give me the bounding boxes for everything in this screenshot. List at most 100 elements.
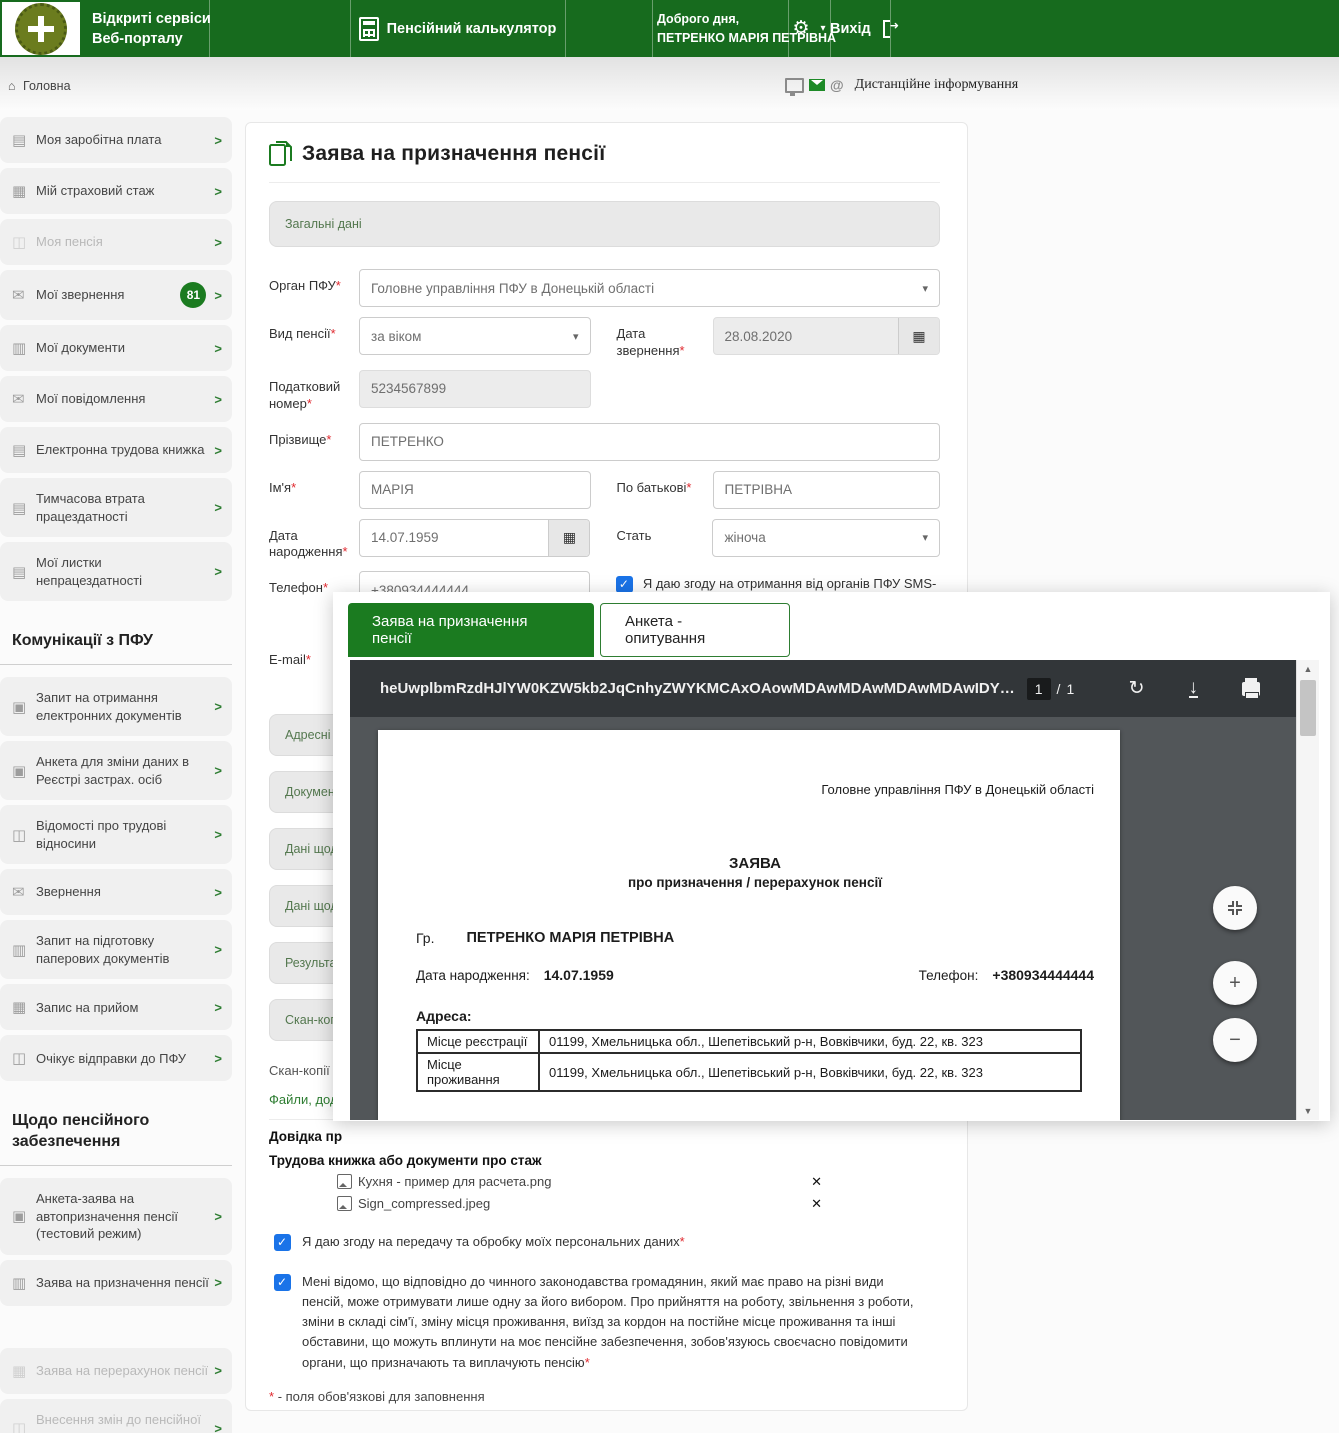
sidebar-item[interactable]: ▥ Запит на підготовку паперових документ… bbox=[0, 920, 232, 979]
patronymic-input[interactable]: ПЕТРІВНА bbox=[713, 471, 941, 509]
sidebar-item[interactable]: ▣ Запит на отримання електронних докумен… bbox=[0, 677, 232, 736]
envelope-icon[interactable] bbox=[809, 79, 825, 91]
gear-icon: ⚙ bbox=[792, 17, 809, 40]
patronymic-value: ПЕТРІВНА bbox=[725, 482, 792, 497]
zoom-in-button[interactable]: + bbox=[1213, 961, 1257, 1005]
attachment-row: Кухня - пример для расчета.png ✕ bbox=[337, 1174, 857, 1190]
monitor-icon[interactable] bbox=[785, 78, 804, 93]
mail-icon: ✉ bbox=[12, 286, 36, 304]
remote-info-link[interactable]: Дистанційне інформування bbox=[855, 77, 1019, 93]
remove-file-icon[interactable]: ✕ bbox=[811, 1174, 822, 1190]
rotate-icon[interactable]: ↻ bbox=[1129, 677, 1145, 700]
address-table: Місце реєстрації01199, Хмельницька обл.,… bbox=[416, 1029, 1082, 1092]
scrollbar-thumb[interactable] bbox=[1300, 680, 1316, 736]
gender-select[interactable]: жіноча ▾ bbox=[712, 519, 940, 557]
sidebar-item[interactable]: ▣ Анкета-заява на автопризначення пенсії… bbox=[0, 1178, 232, 1255]
chevron-right-icon: > bbox=[214, 827, 222, 842]
download-icon[interactable]: ↓ bbox=[1189, 679, 1199, 698]
gender-label: Стать bbox=[616, 519, 712, 545]
pdf-page-indicator: 1 / 1 bbox=[1027, 678, 1074, 700]
attachment-name[interactable]: Sign_compressed.jpeg bbox=[358, 1196, 811, 1211]
chevron-right-icon: > bbox=[214, 341, 222, 356]
pdf-scrollbar[interactable]: ▲ ▼ bbox=[1296, 660, 1319, 1120]
sms-consent-checkbox[interactable] bbox=[616, 576, 633, 593]
pfu-logo[interactable] bbox=[2, 2, 80, 55]
chevron-down-icon: ▾ bbox=[573, 330, 579, 343]
tab-survey[interactable]: Анкета - опитування bbox=[600, 603, 790, 657]
chevron-right-icon: > bbox=[214, 392, 222, 407]
tab-application[interactable]: Заява на призначення пенсії bbox=[348, 603, 594, 657]
scroll-down-icon[interactable]: ▼ bbox=[1297, 1102, 1319, 1120]
attachment-name[interactable]: Кухня - пример для расчета.png bbox=[358, 1174, 811, 1189]
zoom-out-button[interactable]: − bbox=[1213, 1018, 1257, 1062]
sidebar-item[interactable]: ✉ Мої повідомлення > bbox=[0, 376, 232, 422]
sidebar-item[interactable]: ◫ Моя пенсія > bbox=[0, 219, 232, 265]
surname-input[interactable]: ПЕТРЕНКО bbox=[359, 423, 940, 461]
sidebar-item[interactable]: ◫ Очікує відправки до ПФУ > bbox=[0, 1035, 232, 1081]
pdf-page-input[interactable]: 1 bbox=[1027, 678, 1051, 700]
pdf-page-count: 1 bbox=[1066, 681, 1074, 697]
patronymic-label: По батькові* bbox=[617, 471, 713, 497]
chevron-down-icon: ▾ bbox=[922, 282, 928, 295]
pension-type-select[interactable]: за віком ▾ bbox=[359, 317, 591, 355]
fit-page-button[interactable] bbox=[1213, 886, 1257, 930]
sidebar-item[interactable]: ▣ Анкета для зміни даних в Реєстрі застр… bbox=[0, 741, 232, 800]
chevron-right-icon: > bbox=[214, 500, 222, 515]
sidebar-item[interactable]: ◫ Відомості про трудові відносини > bbox=[0, 805, 232, 864]
page-title: Заява на призначення пенсії bbox=[302, 142, 605, 166]
sidebar-item[interactable]: ✉ Мої звернення 81 > bbox=[0, 270, 232, 320]
organ-select[interactable]: Головне управління ПФУ в Донецькій облас… bbox=[359, 269, 940, 307]
unread-count-badge: 81 bbox=[180, 282, 206, 308]
tax-number-value: 5234567899 bbox=[371, 381, 446, 396]
info-consent-checkbox[interactable] bbox=[274, 1274, 291, 1291]
sidebar-item[interactable]: ▥ Мої документи > bbox=[0, 325, 232, 371]
doc-fullname: ПЕТРЕНКО МАРІЯ ПЕТРІВНА bbox=[466, 930, 674, 946]
scroll-icon: ▤ bbox=[12, 499, 36, 517]
birth-date-value: 14.07.1959 bbox=[360, 530, 548, 545]
sidebar-item[interactable]: ▤ Моя заробітна плата > bbox=[0, 117, 232, 163]
personal-data-checkbox[interactable] bbox=[274, 1234, 291, 1251]
sidebar-item[interactable]: ▦ Запис на прийом > bbox=[0, 984, 232, 1030]
name-input[interactable]: МАРІЯ bbox=[359, 471, 591, 509]
sidebar-item[interactable]: ▥ Заява на призначення пенсії > bbox=[0, 1260, 232, 1306]
attachments-list: Кухня - пример для расчета.png ✕ Sign_co… bbox=[269, 1174, 940, 1212]
sidebar-item[interactable]: ▤ Тимчасова втрата працездатності > bbox=[0, 478, 232, 537]
section-general-data[interactable]: Загальні дані bbox=[269, 201, 940, 247]
birth-date-input[interactable]: 14.07.1959 ▦ bbox=[359, 519, 590, 557]
divider bbox=[652, 0, 653, 57]
image-file-icon bbox=[337, 1174, 352, 1189]
at-icon[interactable]: @ bbox=[830, 77, 844, 93]
sidebar-item[interactable]: ▤ Електронна трудова книжка > bbox=[0, 427, 232, 473]
sidebar-item[interactable]: ◫ Внесення змін до пенсійної справи > bbox=[0, 1399, 232, 1433]
calculator-icon bbox=[359, 17, 379, 41]
brand-title[interactable]: Відкриті сервіси Веб-порталу bbox=[92, 9, 211, 50]
brand-line2: Веб-порталу bbox=[92, 29, 211, 49]
sidebar-item[interactable]: ▦ Заява на перерахунок пенсії > bbox=[0, 1348, 232, 1394]
sidebar-item[interactable]: ✉ Звернення > bbox=[0, 869, 232, 915]
scroll-up-icon[interactable]: ▲ bbox=[1297, 660, 1319, 678]
calc-icon: ▦ bbox=[12, 1362, 36, 1380]
pension-calculator-link[interactable]: Пенсійний калькулятор bbox=[350, 0, 565, 57]
application-date-value: 28.08.2020 bbox=[714, 329, 898, 344]
print-icon[interactable] bbox=[1242, 682, 1260, 696]
sidebar-item[interactable]: ▦ Мій страховий стаж > bbox=[0, 168, 232, 214]
chevron-right-icon: > bbox=[214, 184, 222, 199]
sidebar-group-title: Щодо пенсійного забезпечення bbox=[0, 1095, 232, 1166]
application-date-label: Дата звернення* bbox=[617, 317, 713, 360]
calendar-icon[interactable]: ▦ bbox=[548, 520, 589, 556]
pdf-viewer: heUwplbmRzdHJlYW0KZW5kb2JqCnhyZWYKMCAxOA… bbox=[350, 660, 1296, 1120]
printer-icon: ▥ bbox=[12, 941, 36, 959]
doc-subtitle: про призначення / перерахунок пенсії bbox=[416, 875, 1094, 890]
remove-file-icon[interactable]: ✕ bbox=[811, 1196, 822, 1212]
calendar-icon: ▦ bbox=[12, 182, 36, 200]
divider bbox=[209, 0, 210, 57]
application-date-input: 28.08.2020 ▦ bbox=[713, 317, 940, 355]
doc-check-icon: ▥ bbox=[12, 1274, 36, 1292]
sidebar-item[interactable]: ▤ Мої листки непрацездатності > bbox=[0, 542, 232, 601]
logout-button[interactable]: Вихід bbox=[830, 0, 890, 57]
settings-menu-button[interactable]: ⚙▾ bbox=[788, 0, 830, 57]
tax-number-label: Податковий номер* bbox=[269, 370, 359, 413]
required-fields-note: * - поля обов'язкові для заповнення bbox=[269, 1389, 940, 1404]
breadcrumb[interactable]: ⌂ Головна bbox=[8, 79, 71, 93]
page-separator: / bbox=[1057, 681, 1061, 697]
